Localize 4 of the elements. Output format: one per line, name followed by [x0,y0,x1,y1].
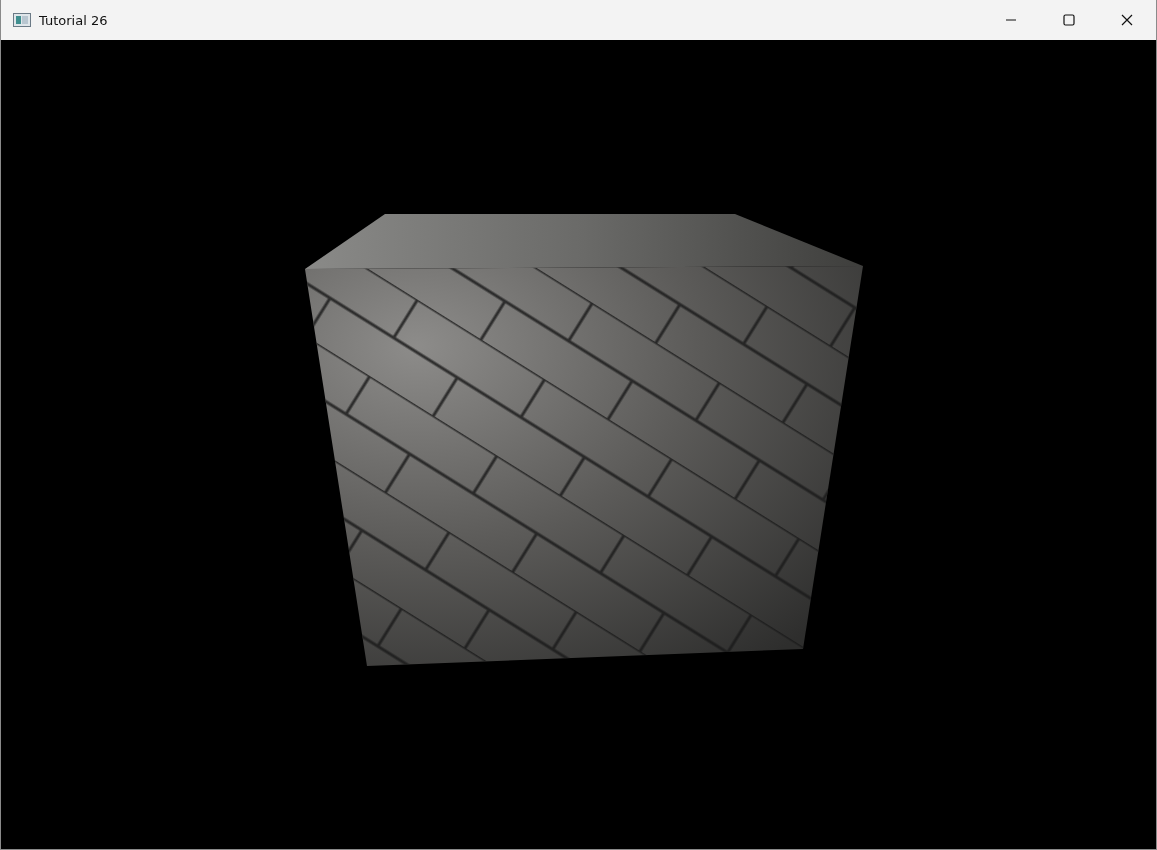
window-title: Tutorial 26 [39,12,108,28]
app-icon [13,13,31,27]
close-icon [1121,14,1133,26]
maximize-icon [1063,14,1075,26]
